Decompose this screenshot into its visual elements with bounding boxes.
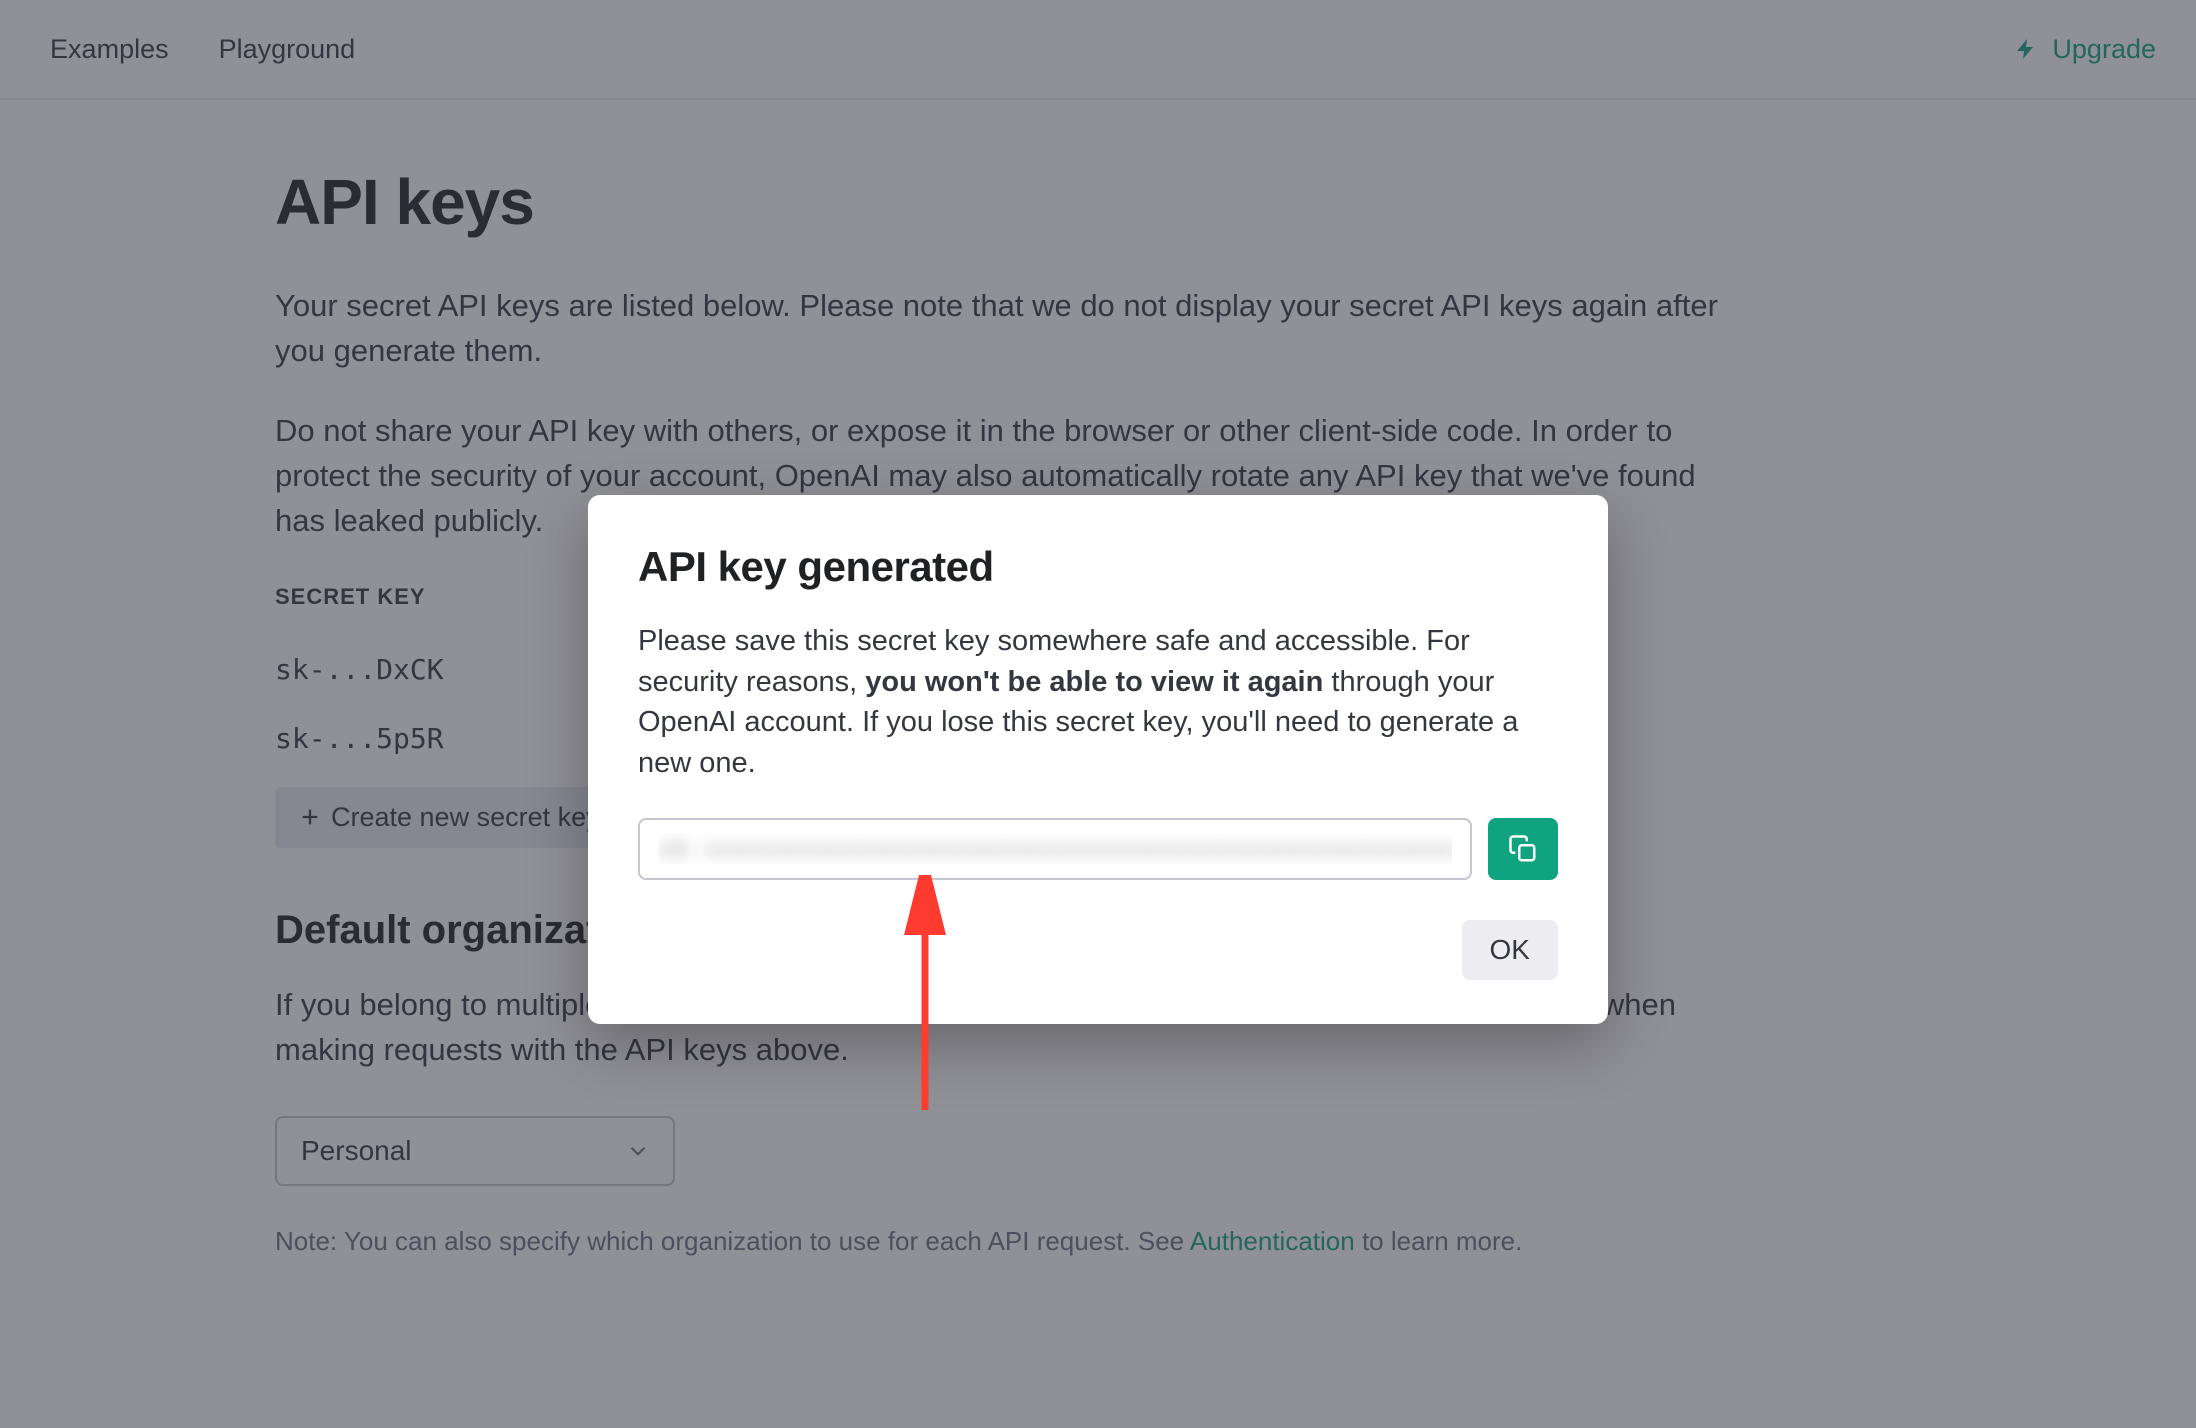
page-root: on Examples Playground Upgrade API keys … [0, 0, 2196, 1428]
api-key-field[interactable] [638, 818, 1472, 880]
key-input-row [638, 818, 1558, 880]
ok-button[interactable]: OK [1462, 920, 1558, 980]
modal-body-bold: you won't be able to view it again [865, 666, 1323, 698]
modal-actions: OK [638, 920, 1558, 980]
api-key-modal: API key generated Please save this secre… [588, 495, 1608, 1024]
copy-button[interactable] [1488, 818, 1558, 880]
modal-overlay[interactable]: API key generated Please save this secre… [0, 0, 2196, 1428]
modal-body: Please save this secret key somewhere sa… [638, 621, 1558, 783]
copy-icon [1508, 834, 1538, 864]
modal-title: API key generated [638, 543, 1558, 591]
